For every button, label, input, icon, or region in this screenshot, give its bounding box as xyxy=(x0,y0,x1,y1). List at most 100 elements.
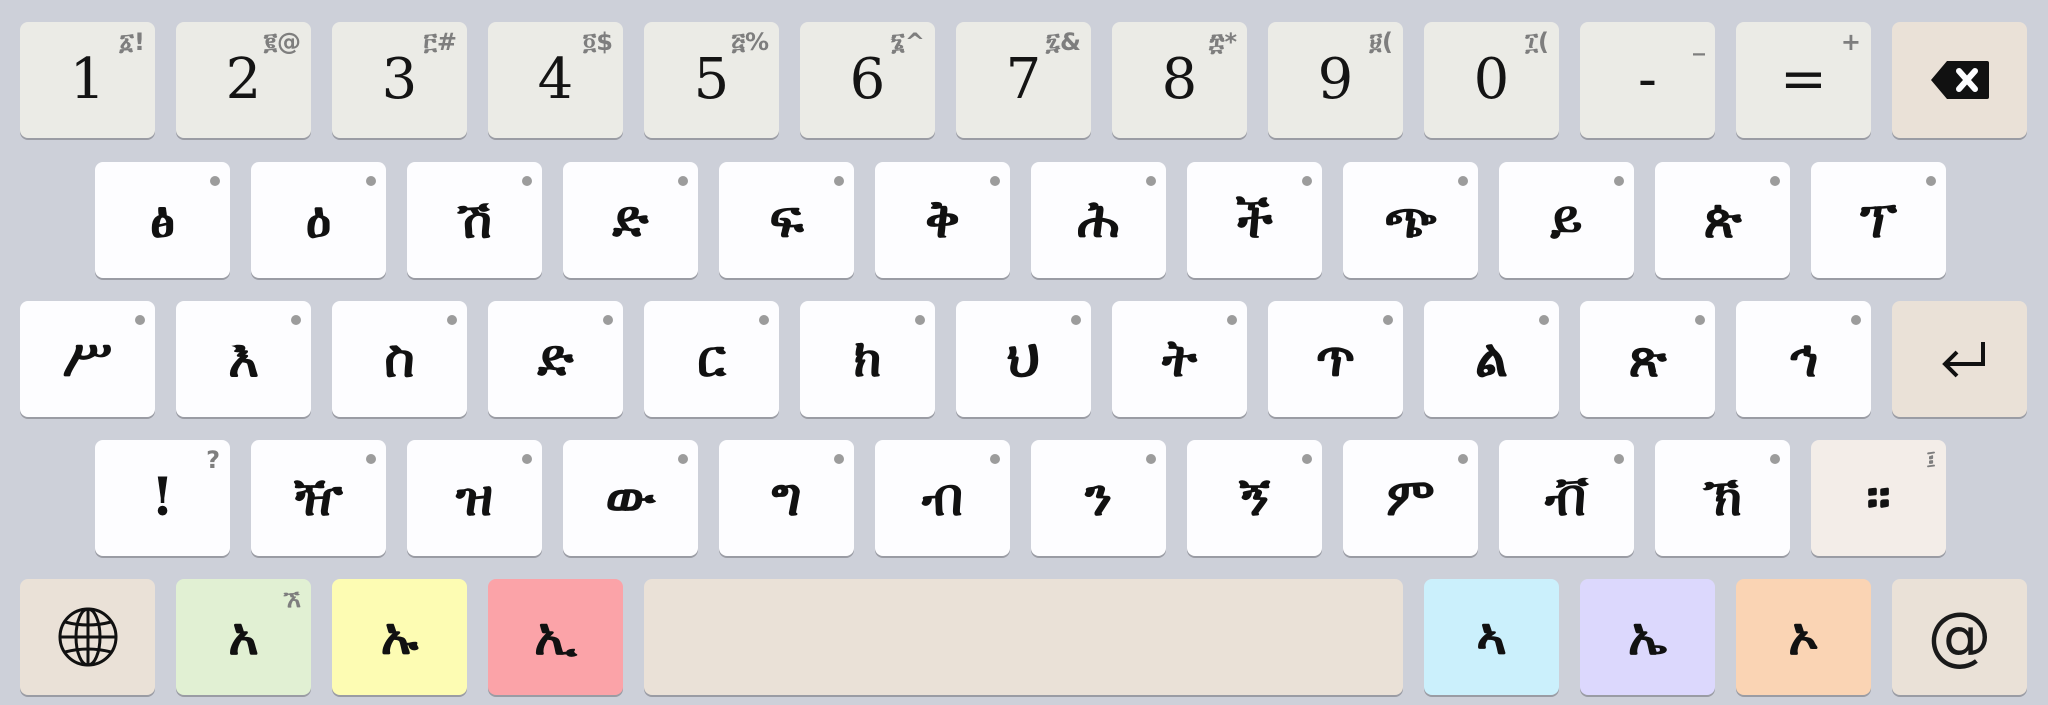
key-letter[interactable]: ል xyxy=(1424,301,1559,417)
key-label: ግ xyxy=(771,467,802,528)
key-label: ሕ xyxy=(1077,189,1120,250)
key-letter[interactable]: ች xyxy=(1187,162,1322,278)
vowel-key-u[interactable]: ኡ xyxy=(332,579,467,695)
key-8[interactable]: 8 ፰* xyxy=(1112,22,1247,138)
long-press-indicator xyxy=(1695,315,1705,325)
key-label: ኤ xyxy=(1627,606,1668,667)
long-press-indicator xyxy=(1458,454,1468,464)
key-minus[interactable]: - _ xyxy=(1580,22,1715,138)
key-0[interactable]: 0 ፲( xyxy=(1424,22,1559,138)
key-letter[interactable]: ው xyxy=(563,440,698,556)
key-letter[interactable]: ጽ xyxy=(1580,301,1715,417)
enter-key[interactable] xyxy=(1892,301,2027,417)
key-letter[interactable]: ፍ xyxy=(719,162,854,278)
key-label: ል xyxy=(1475,328,1508,389)
key-letter[interactable]: ብ xyxy=(875,440,1010,556)
key-letter[interactable]: ሥ xyxy=(20,301,155,417)
key-letter[interactable]: ፕ xyxy=(1811,162,1946,278)
letter-row-1: ፅ ዕ ሽ ድ ፍ ቅ ሕ ች ጭ ይ ጵ ፕ xyxy=(0,162,2048,278)
long-press-indicator xyxy=(1302,454,1312,464)
key-letter[interactable]: ድ xyxy=(563,162,698,278)
key-letter[interactable]: ሕ xyxy=(1031,162,1166,278)
letter-row-2: ሥ እ ስ ድ ር ክ ህ ት ጥ ል ጽ ኅ xyxy=(0,301,2048,417)
key-letter[interactable]: ን xyxy=(1031,440,1166,556)
vowel-key-e[interactable]: ኤ xyxy=(1580,579,1715,695)
key-letter[interactable]: ቅ xyxy=(875,162,1010,278)
at-key[interactable]: @ xyxy=(1892,579,2027,695)
key-letter[interactable]: ጵ xyxy=(1655,162,1790,278)
key-letter[interactable]: ት xyxy=(1112,301,1247,417)
key-letter[interactable]: ቭ xyxy=(1499,440,1634,556)
key-label: ሥ xyxy=(62,328,113,389)
key-letter[interactable]: ስ xyxy=(332,301,467,417)
vowel-key-a[interactable]: አኧ xyxy=(176,579,311,695)
key-1[interactable]: 1 ፩! xyxy=(20,22,155,138)
key-3[interactable]: 3 ፫# xyxy=(332,22,467,138)
key-letter[interactable]: ኅ xyxy=(1736,301,1871,417)
key-label: ! xyxy=(151,467,174,528)
key-full-stop[interactable]: ። ፤ xyxy=(1811,440,1946,556)
key-label: ዕ xyxy=(305,189,332,250)
key-secondary-label: ፪@ xyxy=(263,28,301,56)
vowel-key-aa[interactable]: ኣ xyxy=(1424,579,1559,695)
long-press-indicator xyxy=(603,315,613,325)
key-letter[interactable]: ም xyxy=(1343,440,1478,556)
language-switch-key[interactable] xyxy=(20,579,155,695)
key-letter[interactable]: ይ xyxy=(1499,162,1634,278)
key-label: ቭ xyxy=(1544,467,1589,528)
long-press-indicator xyxy=(1458,176,1468,186)
space-bar[interactable] xyxy=(644,579,1403,695)
long-press-indicator xyxy=(210,176,220,186)
long-press-indicator xyxy=(834,176,844,186)
key-letter[interactable]: ህ xyxy=(956,301,1091,417)
key-label: ፕ xyxy=(1860,189,1897,250)
key-letter[interactable]: ኽ xyxy=(1655,440,1790,556)
key-letter[interactable]: ር xyxy=(644,301,779,417)
key-6[interactable]: 6 ፮^ xyxy=(800,22,935,138)
key-label: 5 xyxy=(693,47,730,112)
long-press-indicator xyxy=(1539,315,1549,325)
key-label: ፅ xyxy=(149,189,175,250)
key-equals[interactable]: = + xyxy=(1736,22,1871,138)
key-label: ጽ xyxy=(1628,328,1667,389)
long-press-indicator xyxy=(1770,176,1780,186)
key-secondary-label: ፮^ xyxy=(890,28,925,56)
long-press-indicator xyxy=(678,454,688,464)
key-letter[interactable]: ክ xyxy=(800,301,935,417)
key-secondary-label: ፰* xyxy=(1208,28,1237,56)
backspace-key[interactable] xyxy=(1892,22,2027,138)
key-letter[interactable]: ድ xyxy=(488,301,623,417)
key-letter[interactable]: ግ xyxy=(719,440,854,556)
key-letter[interactable]: ፅ xyxy=(95,162,230,278)
key-exclamation[interactable]: !? xyxy=(95,440,230,556)
long-press-indicator xyxy=(759,315,769,325)
long-press-indicator xyxy=(1770,454,1780,464)
key-4[interactable]: 4 ፬$ xyxy=(488,22,623,138)
key-2[interactable]: 2 ፪@ xyxy=(176,22,311,138)
long-press-indicator xyxy=(135,315,145,325)
key-label: 3 xyxy=(381,47,418,112)
long-press-indicator xyxy=(366,176,376,186)
key-label: ኢ xyxy=(534,606,577,667)
key-letter[interactable]: ጥ xyxy=(1268,301,1403,417)
key-label: ድ xyxy=(612,189,649,250)
key-9[interactable]: 9 ፱( xyxy=(1268,22,1403,138)
key-letter[interactable]: ኝ xyxy=(1187,440,1322,556)
key-letter[interactable]: እ xyxy=(176,301,311,417)
key-label: ኣ xyxy=(1476,606,1507,667)
key-5[interactable]: 5 ፭% xyxy=(644,22,779,138)
key-letter[interactable]: ሽ xyxy=(407,162,542,278)
key-letter[interactable]: ዝ xyxy=(407,440,542,556)
vowel-key-o[interactable]: ኦ xyxy=(1736,579,1871,695)
vowel-key-i[interactable]: ኢ xyxy=(488,579,623,695)
long-press-indicator xyxy=(522,176,532,186)
key-secondary-label: _ xyxy=(1693,28,1705,56)
backspace-icon xyxy=(1929,59,1991,101)
long-press-indicator xyxy=(1926,176,1936,186)
key-secondary-label: + xyxy=(1840,28,1861,56)
key-letter[interactable]: ዥ xyxy=(251,440,386,556)
key-label: 0 xyxy=(1473,47,1510,112)
key-letter[interactable]: ዕ xyxy=(251,162,386,278)
key-letter[interactable]: ጭ xyxy=(1343,162,1478,278)
key-7[interactable]: 7 ፯& xyxy=(956,22,1091,138)
